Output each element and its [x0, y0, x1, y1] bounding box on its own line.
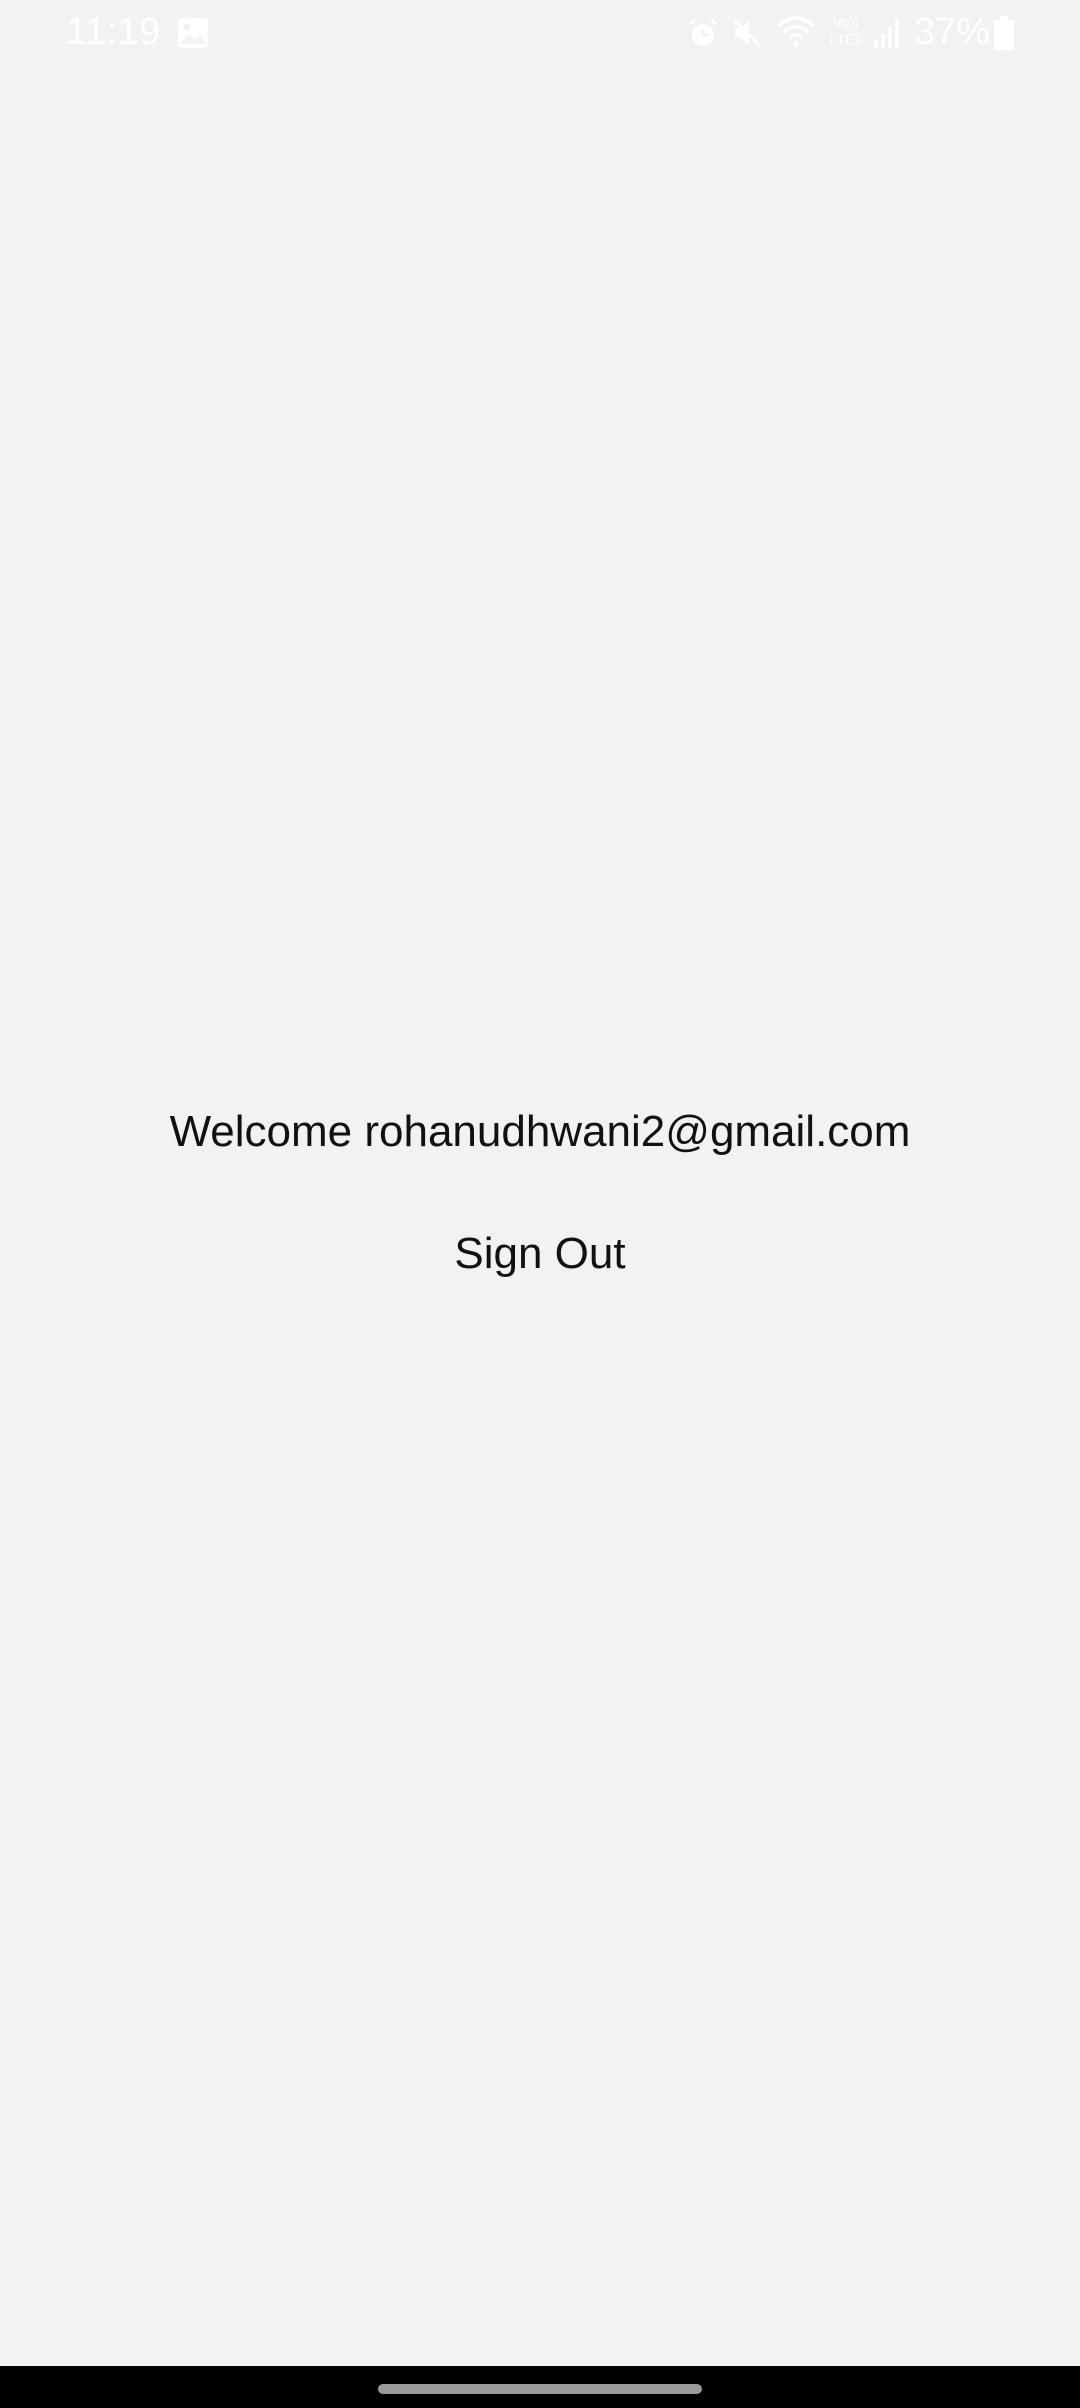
home-gesture-handle[interactable]	[378, 2384, 702, 2394]
lte-label: LTE1	[829, 31, 863, 47]
volte-label: Vo))	[833, 14, 859, 30]
status-time: 11:19	[66, 11, 161, 53]
volte-lte-icon: Vo)) LTE1	[826, 14, 866, 52]
alarm-icon	[688, 17, 718, 46]
wifi-icon	[776, 16, 816, 47]
image-icon	[178, 18, 208, 48]
sign-out-button[interactable]: Sign Out	[430, 1214, 649, 1294]
mute-icon	[732, 18, 762, 48]
welcome-message: Welcome rohanudhwani2@gmail.com	[169, 1107, 911, 1156]
battery-percent: 37%	[914, 11, 991, 53]
signal-icon	[874, 20, 899, 48]
navigation-bar	[0, 2366, 1080, 2408]
welcome-section: Welcome rohanudhwani2@gmail.com Sign Out	[0, 1100, 1080, 1294]
battery-icon	[994, 16, 1014, 50]
status-bar: 11:19 Vo)) LTE1 37%	[0, 0, 1080, 64]
